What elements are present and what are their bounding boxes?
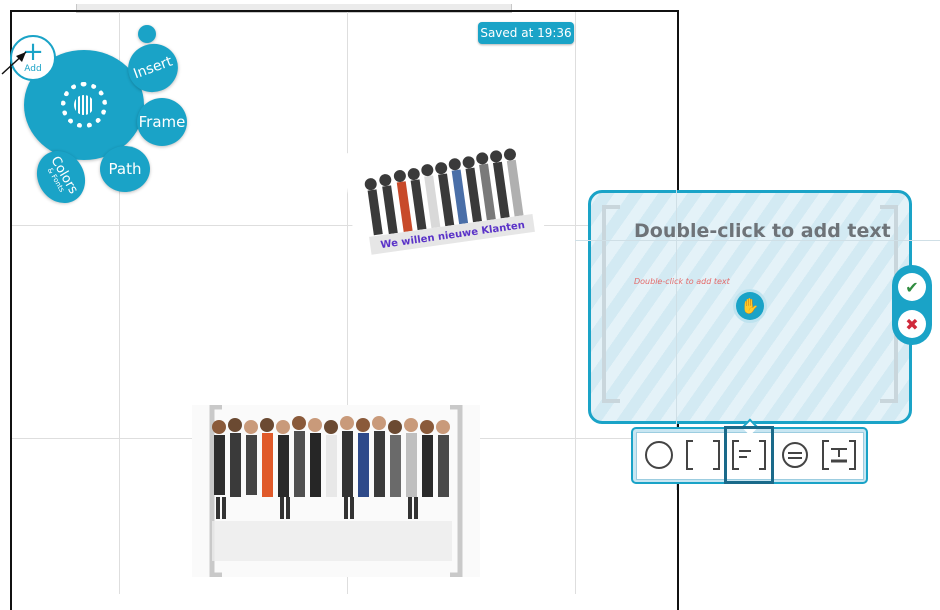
bubble-mini-button[interactable]: [138, 25, 156, 43]
confirm-button[interactable]: ✔: [898, 273, 926, 301]
path-bubble-button[interactable]: Path: [100, 146, 150, 192]
text-placeholder-body[interactable]: Double-click to add text: [634, 277, 730, 286]
left-bracket: [602, 205, 620, 403]
saved-status-badge: Saved at 19:36: [478, 22, 574, 44]
pointer-arrow-icon: [1, 51, 27, 75]
frame-bubble-button[interactable]: Frame: [137, 98, 187, 146]
grid-line: [12, 225, 677, 226]
selected-tool-highlight: [724, 426, 774, 484]
circle-frame-icon[interactable]: [638, 434, 680, 476]
text-placeholder-title[interactable]: Double-click to add text: [634, 220, 891, 242]
zoom-ring-icon: [61, 82, 107, 128]
bracket-frame-icon[interactable]: [682, 434, 724, 476]
cancel-button[interactable]: ✖: [898, 310, 926, 338]
bracket-title-center-icon[interactable]: [818, 434, 860, 476]
hand-icon[interactable]: ✋: [736, 292, 764, 320]
grid-line: [575, 12, 576, 594]
circle-title-layout-icon[interactable]: [774, 434, 816, 476]
group-photo-small[interactable]: [342, 127, 548, 278]
group-photo-large[interactable]: [192, 405, 480, 577]
